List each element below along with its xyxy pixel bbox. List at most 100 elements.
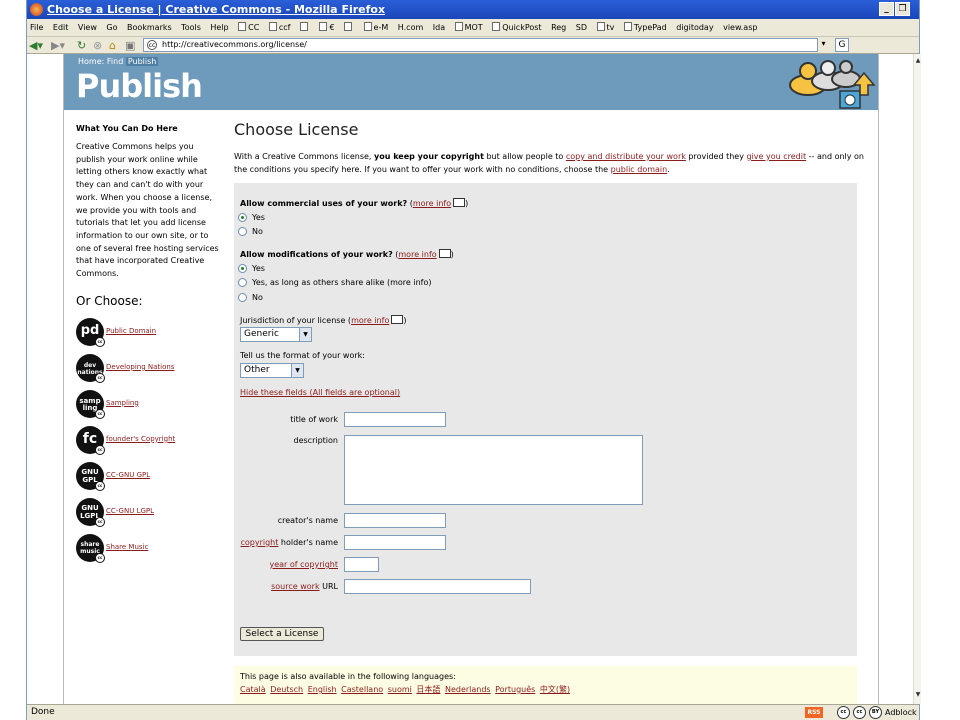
share-music-link[interactable]: Share Music — [106, 543, 148, 551]
cc-people-logo-icon — [789, 60, 876, 109]
back-arrow-icon[interactable]: ◀▾ — [29, 39, 43, 52]
public-domain-inline-link[interactable]: public domain — [611, 165, 668, 174]
maximize-button[interactable]: ❐ — [895, 2, 910, 16]
radio[interactable] — [238, 293, 247, 302]
source-work-url-input[interactable] — [344, 579, 531, 594]
bookmark-item[interactable]: e-M — [363, 19, 388, 36]
stop-icon[interactable]: ⊗ — [93, 39, 102, 52]
url-dropdown-icon[interactable]: ▾ — [817, 38, 829, 52]
format-select[interactable]: Other ▼ — [240, 363, 304, 378]
give-credit-link[interactable]: give you credit — [746, 152, 806, 161]
scroll-down-arrow-icon[interactable]: ▼ — [914, 690, 922, 700]
sampling-link[interactable]: Sampling — [106, 399, 139, 407]
radio-selected[interactable] — [238, 264, 247, 273]
bookmark-item[interactable] — [299, 19, 310, 36]
copy-distribute-link[interactable]: copy and distribute your work — [566, 152, 686, 161]
menu-bookmarks[interactable]: Bookmarks — [127, 19, 172, 36]
bookmark-item[interactable]: TypePad — [623, 19, 667, 36]
bookmark-item[interactable]: CC — [238, 19, 259, 36]
bookmark-icon — [299, 22, 308, 31]
founders-copyright-link[interactable]: founder's Copyright — [106, 435, 175, 443]
url-bar[interactable]: cc http://creativecommons.org/license/ — [143, 38, 829, 52]
bookmark-item[interactable]: view.asp — [723, 19, 757, 36]
cc-icon[interactable]: cc — [853, 706, 866, 719]
menu-file[interactable]: File — [30, 19, 43, 36]
language-link[interactable]: Português — [495, 685, 535, 694]
breadcrumb-find[interactable]: Find — [107, 57, 123, 66]
more-info-link[interactable]: more info — [413, 199, 465, 208]
select-license-button[interactable]: Select a License — [240, 627, 324, 641]
language-link[interactable]: Nederlands — [445, 685, 491, 694]
bookmark-item[interactable]: Ida — [433, 19, 445, 36]
language-link[interactable]: 中文(繁) — [540, 685, 570, 694]
developing-nations-link[interactable]: Developing Nations — [106, 363, 174, 371]
bookmark-item[interactable]: QuickPost — [492, 19, 542, 36]
more-info-link[interactable]: more info — [390, 278, 428, 287]
menu-edit[interactable]: Edit — [53, 19, 69, 36]
scroll-up-arrow-icon[interactable]: ▲ — [914, 56, 922, 66]
more-info-link[interactable]: more info — [351, 316, 403, 325]
jurisdiction-select[interactable]: Generic ▼ — [240, 327, 312, 342]
modifications-no-option[interactable]: No — [238, 293, 263, 302]
bookmark-item[interactable]: MOT — [454, 19, 483, 36]
modifications-yes-option[interactable]: Yes — [238, 264, 265, 273]
radio[interactable] — [238, 278, 247, 287]
cc-gnu-lgpl-link[interactable]: CC-GNU LGPL — [106, 507, 154, 515]
rss-icon[interactable]: RSS — [805, 707, 823, 718]
commercial-no-option[interactable]: No — [238, 227, 263, 236]
copyright-holder-input[interactable] — [344, 535, 446, 550]
language-link[interactable]: Català — [240, 685, 266, 694]
license-option-founders-copyright: fc cc founder's Copyright — [76, 425, 220, 462]
browser-window: Choose a License | Creative Commons - Mo… — [26, 0, 921, 720]
forward-arrow-icon[interactable]: ▶▾ — [51, 39, 65, 52]
breadcrumb-home[interactable]: Home: — [78, 57, 104, 66]
go-button[interactable]: G — [835, 38, 849, 52]
creators-name-input[interactable] — [344, 513, 446, 528]
minimize-button[interactable]: _ — [879, 2, 894, 16]
source-work-link[interactable]: source work — [271, 582, 319, 591]
bookmark-item[interactable]: Reg — [551, 19, 566, 36]
menu-tools[interactable]: Tools — [181, 19, 201, 36]
title-of-work-label: title of work — [290, 415, 338, 424]
menu-view[interactable]: View — [78, 19, 97, 36]
vertical-scrollbar[interactable]: ▲ ▼ — [913, 54, 921, 704]
hide-fields-link[interactable]: Hide these fields (All fields are option… — [240, 388, 400, 397]
commercial-yes-option[interactable]: Yes — [238, 213, 265, 222]
menu-help[interactable]: Help — [210, 19, 228, 36]
bookmark-item[interactable]: ccf — [268, 19, 290, 36]
reload-icon[interactable]: ↻ — [77, 39, 86, 52]
bookmark-item[interactable]: digitoday — [676, 19, 713, 36]
language-link[interactable]: Deutsch — [270, 685, 303, 694]
public-domain-link[interactable]: Public Domain — [106, 327, 156, 335]
description-textarea[interactable] — [344, 435, 643, 505]
language-link[interactable]: Castellano — [341, 685, 383, 694]
toolbar-icon[interactable]: ▣ — [125, 39, 135, 52]
year-of-copyright-link[interactable]: year of copyright — [269, 560, 338, 569]
language-link[interactable]: 日本語 — [416, 685, 440, 694]
bookmark-item[interactable]: tv — [596, 19, 614, 36]
title-of-work-input[interactable] — [344, 412, 446, 427]
copyright-link[interactable]: copyright — [240, 538, 278, 547]
adblock-button[interactable]: Adblock — [885, 705, 917, 720]
more-info-link[interactable]: more info — [398, 250, 450, 259]
home-icon[interactable]: ⌂ — [109, 39, 116, 52]
cc-icon[interactable]: cc — [837, 706, 850, 719]
modifications-share-alike-option[interactable]: Yes, as long as others share alike (more… — [238, 278, 431, 287]
menu-go[interactable]: Go — [106, 19, 117, 36]
year-of-copyright-input[interactable] — [344, 557, 379, 572]
bookmark-item[interactable] — [344, 19, 354, 36]
bookmark-item[interactable]: H.com — [398, 19, 424, 36]
language-link[interactable]: English — [308, 685, 337, 694]
chevron-down-icon: ▼ — [299, 328, 311, 341]
by-icon[interactable]: BY — [869, 706, 882, 719]
language-link[interactable]: suomi — [388, 685, 412, 694]
cc-gnu-gpl-link[interactable]: CC-GNU GPL — [106, 471, 150, 479]
modifications-question: Allow modifications of your work? (more … — [240, 250, 454, 259]
sidebar-heading: What You Can Do Here — [76, 124, 178, 133]
bookmark-item[interactable]: SD — [576, 19, 587, 36]
bookmark-item[interactable]: € — [319, 19, 335, 36]
radio[interactable] — [238, 227, 247, 236]
fc-badge-icon: fc cc — [76, 425, 105, 455]
radio-selected[interactable] — [238, 213, 247, 222]
sampling-badge-icon: samp ling cc — [76, 389, 105, 419]
